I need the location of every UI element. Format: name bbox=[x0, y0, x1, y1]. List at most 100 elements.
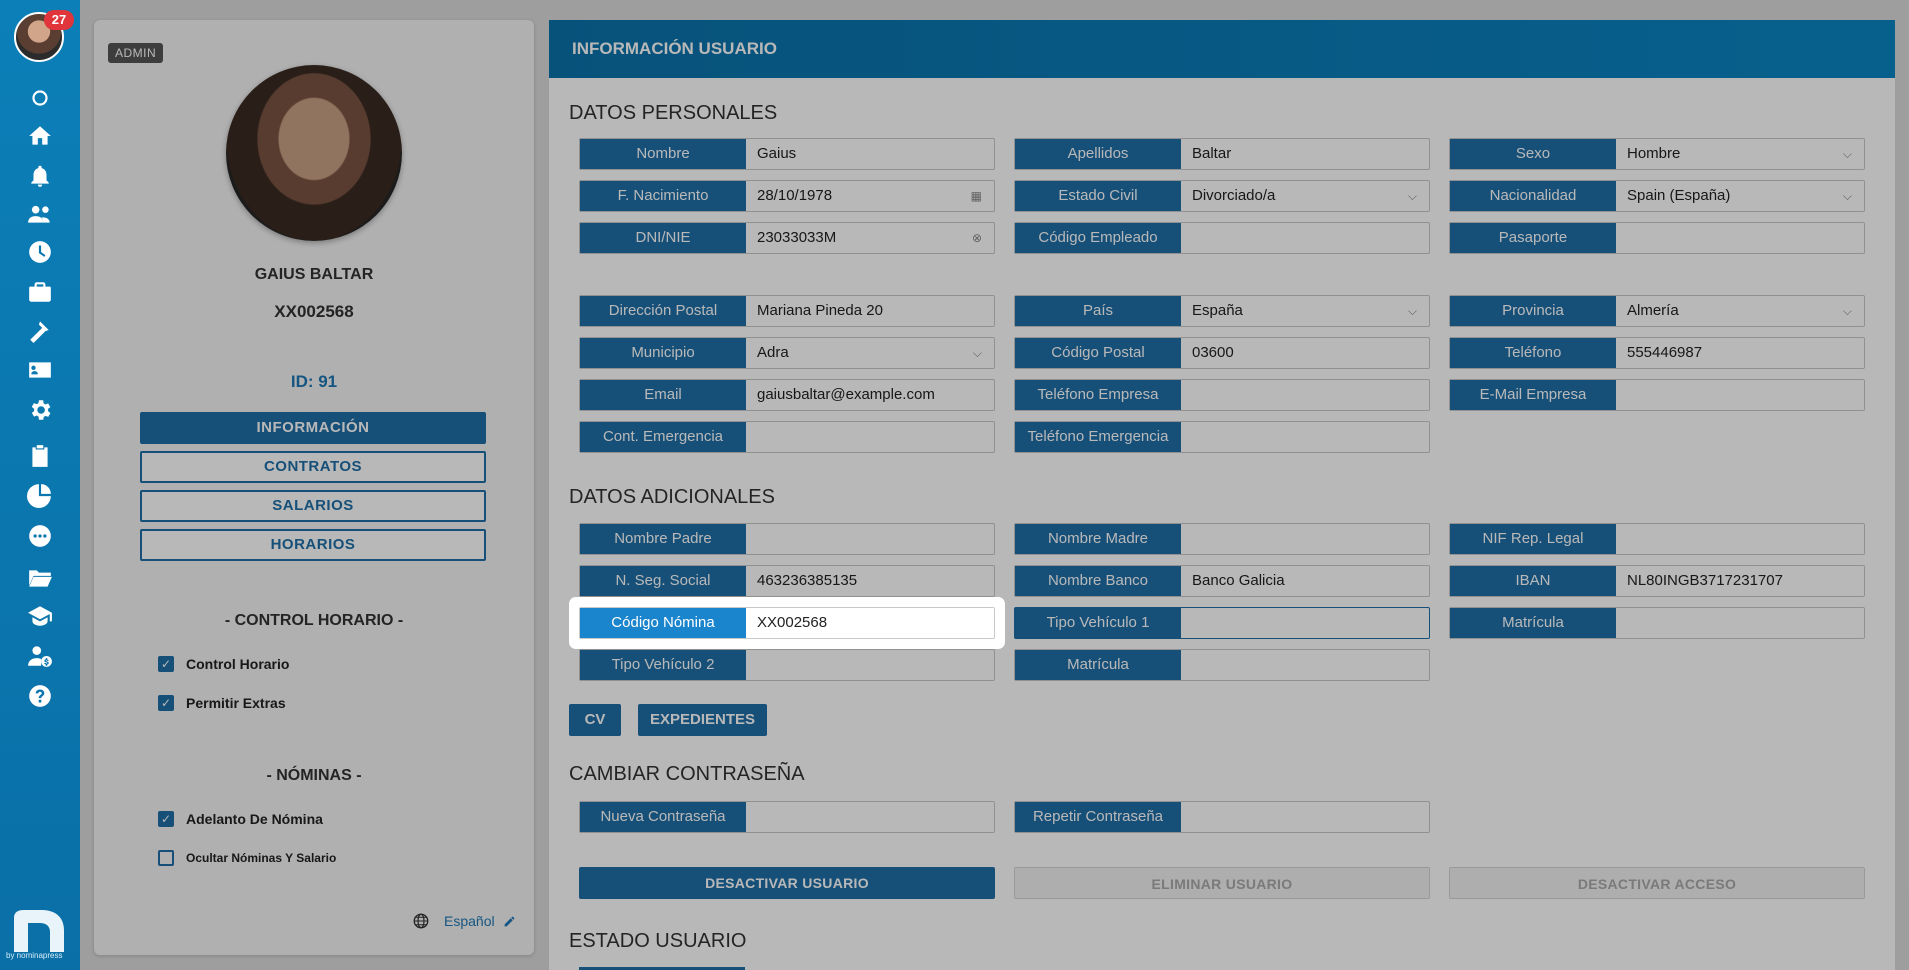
field-value[interactable]: Gaius bbox=[746, 139, 994, 169]
nif-rep-legal-field[interactable]: NIF Rep. Legal bbox=[1449, 523, 1865, 555]
ocultar-nominas-checkbox[interactable]: Ocultar Nóminas Y Salario bbox=[158, 850, 336, 866]
telefono-field[interactable]: Teléfono 555446987 bbox=[1449, 337, 1865, 369]
codigo-postal-field[interactable]: Código Postal 03600 bbox=[1014, 337, 1430, 369]
field-value[interactable]: gaiusbaltar@example.com bbox=[746, 380, 994, 410]
direccion-postal-field[interactable]: Dirección Postal Mariana Pineda 20 bbox=[579, 295, 995, 327]
desactivar-acceso-button[interactable]: DESACTIVAR ACCESO bbox=[1449, 867, 1865, 899]
users-icon[interactable] bbox=[26, 200, 54, 228]
telefono-emergencia-field[interactable]: Teléfono Emergencia bbox=[1014, 421, 1430, 453]
repetir-contrasena-field[interactable]: Repetir Contraseña bbox=[1014, 801, 1430, 833]
field-value[interactable] bbox=[1181, 223, 1429, 253]
briefcase-icon[interactable] bbox=[26, 278, 54, 306]
status-dot-icon[interactable] bbox=[26, 84, 54, 112]
pais-select[interactable]: País España ⌵ bbox=[1014, 295, 1430, 327]
field-value[interactable] bbox=[1181, 802, 1429, 832]
field-value[interactable] bbox=[1616, 223, 1864, 253]
cv-button[interactable]: CV bbox=[569, 704, 621, 736]
calendar-icon[interactable]: ▦ bbox=[971, 181, 982, 211]
desactivar-usuario-button[interactable]: DESACTIVAR USUARIO bbox=[579, 867, 995, 899]
field-value[interactable] bbox=[746, 524, 994, 554]
field-value[interactable]: Mariana Pineda 20 bbox=[746, 296, 994, 326]
clear-icon[interactable]: ⊗ bbox=[972, 223, 982, 253]
pasaporte-field[interactable]: Pasaporte bbox=[1449, 222, 1865, 254]
edit-pencil-icon[interactable] bbox=[503, 915, 516, 928]
field-value[interactable] bbox=[746, 422, 994, 452]
chat-icon[interactable] bbox=[26, 522, 54, 550]
expedientes-button[interactable]: EXPEDIENTES bbox=[638, 704, 767, 736]
nav-informacion-button[interactable]: INFORMACIÓN bbox=[140, 412, 486, 444]
control-horario-checkbox[interactable]: ✓ Control Horario bbox=[158, 656, 289, 672]
folder-icon[interactable] bbox=[26, 564, 54, 592]
nombre-field[interactable]: Nombre Gaius bbox=[579, 138, 995, 170]
field-value[interactable] bbox=[1616, 380, 1864, 410]
iban-field[interactable]: IBAN NL80INGB3717231707 bbox=[1449, 565, 1865, 597]
flag-icon[interactable] bbox=[26, 316, 54, 344]
notification-badge[interactable]: 27 bbox=[44, 10, 74, 30]
permitir-extras-checkbox[interactable]: ✓ Permitir Extras bbox=[158, 695, 286, 711]
clipboard-icon[interactable] bbox=[26, 442, 54, 470]
field-value[interactable] bbox=[1616, 524, 1864, 554]
municipio-select[interactable]: Municipio Adra ⌵ bbox=[579, 337, 995, 369]
fecha-nacimiento-field[interactable]: F. Nacimiento 28/10/1978 ▦ bbox=[579, 180, 995, 212]
user-money-icon[interactable] bbox=[26, 642, 54, 670]
telefono-empresa-field[interactable]: Teléfono Empresa bbox=[1014, 379, 1430, 411]
tipo-vehiculo-2-field[interactable]: Tipo Vehículo 2 bbox=[579, 649, 995, 681]
graduation-cap-icon[interactable] bbox=[26, 602, 54, 630]
field-label: Teléfono Empresa bbox=[1015, 380, 1181, 410]
field-value[interactable]: Banco Galicia bbox=[1181, 566, 1429, 596]
id-card-icon[interactable] bbox=[26, 356, 54, 384]
email-field[interactable]: Email gaiusbaltar@example.com bbox=[579, 379, 995, 411]
field-value[interactable] bbox=[746, 802, 994, 832]
field-value[interactable]: NL80INGB3717231707 bbox=[1616, 566, 1864, 596]
clock-icon[interactable] bbox=[26, 238, 54, 266]
contacto-emergencia-field[interactable]: Cont. Emergencia bbox=[579, 421, 995, 453]
codigo-empleado-field[interactable]: Código Empleado bbox=[1014, 222, 1430, 254]
nav-contratos-button[interactable]: CONTRATOS bbox=[140, 451, 486, 483]
help-icon[interactable] bbox=[26, 682, 54, 710]
matricula-2-field[interactable]: Matrícula bbox=[1014, 649, 1430, 681]
dni-nie-field[interactable]: DNI/NIE 23033033M ⊗ bbox=[579, 222, 995, 254]
nombre-banco-field[interactable]: Nombre Banco Banco Galicia bbox=[1014, 565, 1430, 597]
field-value[interactable]: 03600 bbox=[1181, 338, 1429, 368]
field-label: Nombre Padre bbox=[580, 524, 746, 554]
apellidos-field[interactable]: Apellidos Baltar bbox=[1014, 138, 1430, 170]
estado-civil-select[interactable]: Estado Civil Divorciado/a ⌵ bbox=[1014, 180, 1430, 212]
cambiar-contrasena-title: CAMBIAR CONTRASEÑA bbox=[569, 763, 805, 785]
eliminar-usuario-button[interactable]: ELIMINAR USUARIO bbox=[1014, 867, 1430, 899]
panel-header: INFORMACIÓN USUARIO bbox=[549, 20, 1895, 78]
field-value[interactable] bbox=[1181, 380, 1429, 410]
language-selector[interactable]: Español bbox=[412, 912, 516, 930]
nav-horarios-button[interactable]: HORARIOS bbox=[140, 529, 486, 561]
gear-icon[interactable] bbox=[26, 396, 54, 424]
nacionalidad-select[interactable]: Nacionalidad Spain (España) ⌵ bbox=[1449, 180, 1865, 212]
field-value[interactable]: 463236385135 bbox=[746, 566, 994, 596]
seg-social-field[interactable]: N. Seg. Social 463236385135 bbox=[579, 565, 995, 597]
field-label: N. Seg. Social bbox=[580, 566, 746, 596]
field-value[interactable]: 555446987 bbox=[1616, 338, 1864, 368]
globe-icon bbox=[413, 913, 429, 929]
field-value[interactable]: XX002568 bbox=[746, 608, 994, 638]
nombre-madre-field[interactable]: Nombre Madre bbox=[1014, 523, 1430, 555]
provincia-select[interactable]: Provincia Almería ⌵ bbox=[1449, 295, 1865, 327]
field-value[interactable] bbox=[1181, 422, 1429, 452]
home-icon[interactable] bbox=[26, 122, 54, 150]
pie-chart-icon[interactable] bbox=[26, 481, 54, 509]
email-empresa-field[interactable]: E-Mail Empresa bbox=[1449, 379, 1865, 411]
nav-salarios-button[interactable]: SALARIOS bbox=[140, 490, 486, 522]
matricula-1-field[interactable]: Matrícula bbox=[1449, 607, 1865, 639]
nueva-contrasena-field[interactable]: Nueva Contraseña bbox=[579, 801, 995, 833]
field-value: 23033033M bbox=[757, 229, 837, 246]
field-value[interactable] bbox=[1616, 608, 1864, 638]
field-value[interactable] bbox=[746, 650, 994, 680]
field-value[interactable]: Baltar bbox=[1181, 139, 1429, 169]
codigo-nomina-field[interactable]: Código Nómina XX002568 bbox=[579, 607, 995, 639]
field-value[interactable] bbox=[1181, 608, 1429, 638]
tipo-vehiculo-1-field[interactable]: Tipo Vehículo 1 bbox=[1014, 607, 1430, 639]
field-value[interactable] bbox=[1181, 524, 1429, 554]
nombre-padre-field[interactable]: Nombre Padre bbox=[579, 523, 995, 555]
field-value[interactable] bbox=[1181, 650, 1429, 680]
sexo-select[interactable]: Sexo Hombre ⌵ bbox=[1449, 138, 1865, 170]
field-label: Provincia bbox=[1450, 296, 1616, 326]
adelanto-nomina-checkbox[interactable]: ✓ Adelanto De Nómina bbox=[158, 811, 323, 827]
bell-icon[interactable] bbox=[26, 162, 54, 190]
